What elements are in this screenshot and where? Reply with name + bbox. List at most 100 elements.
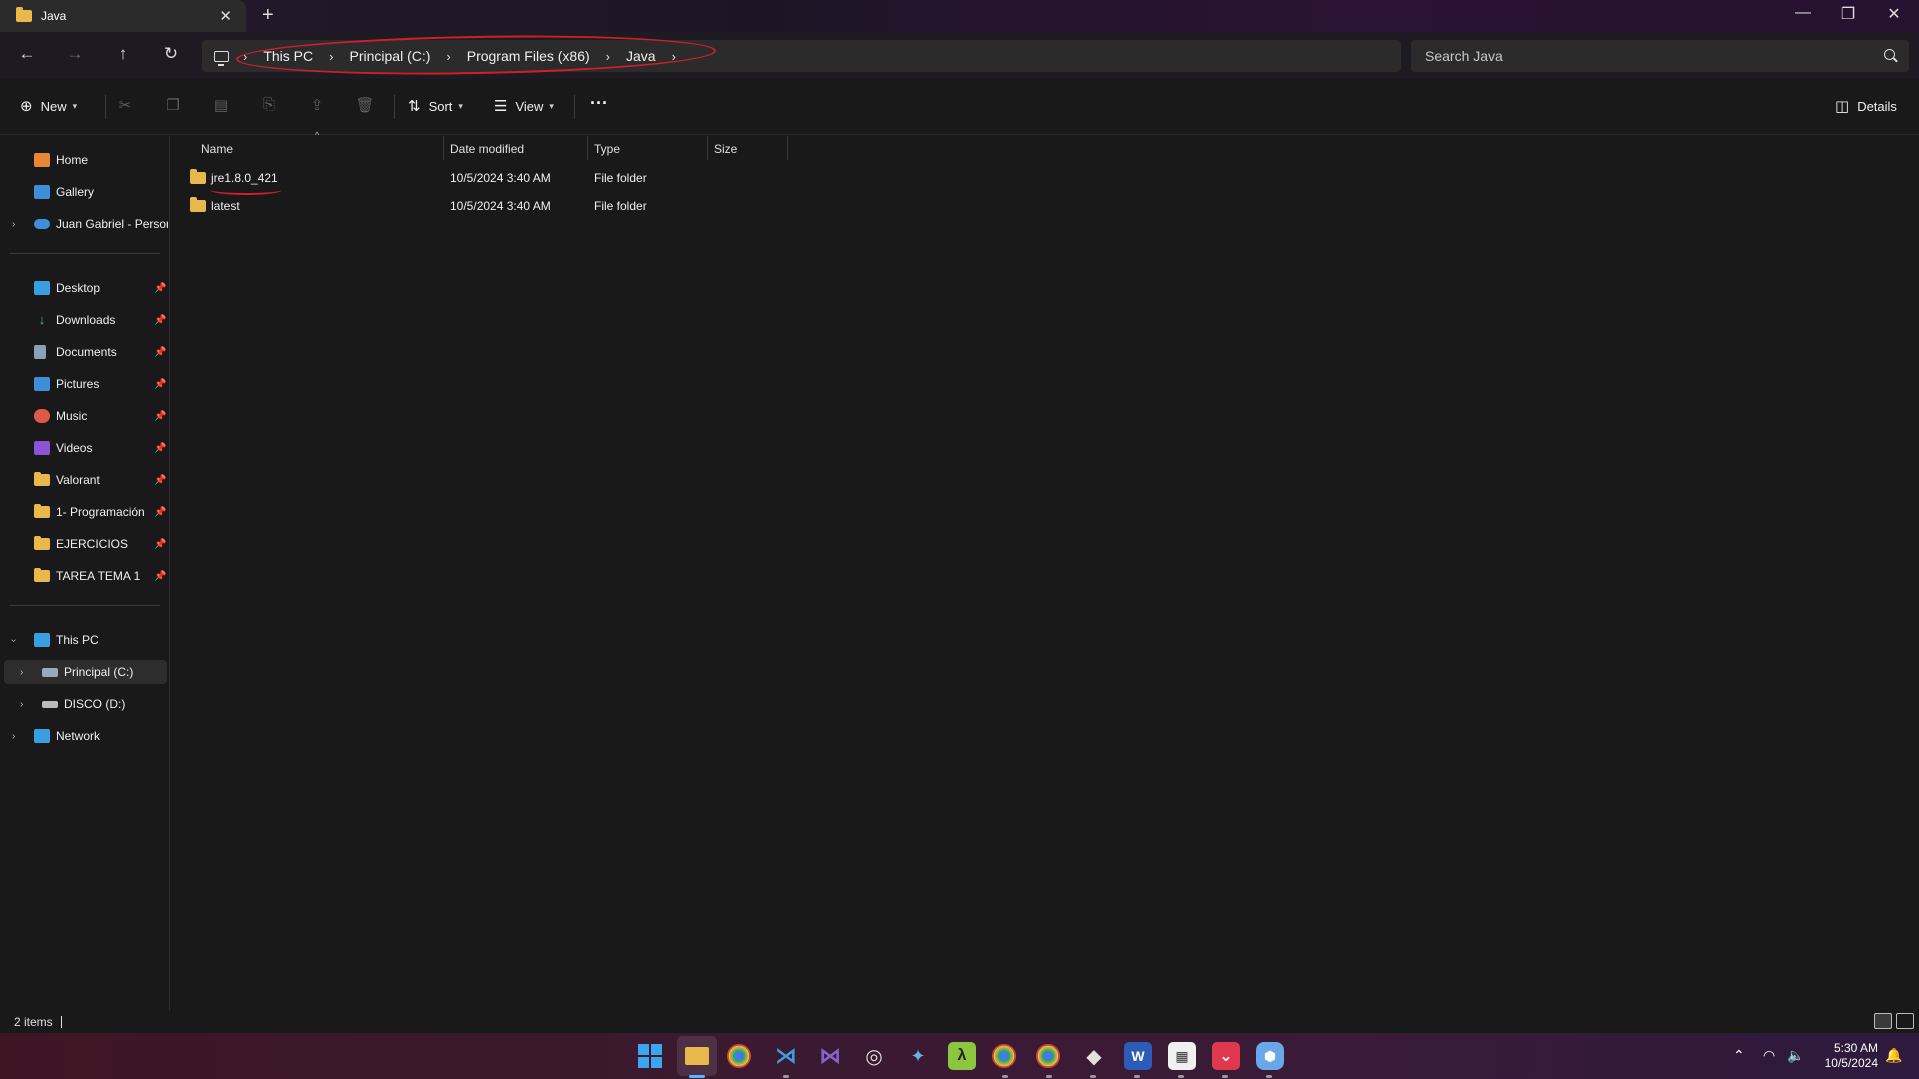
search-input[interactable] <box>1425 48 1865 64</box>
breadcrumb-java[interactable]: Java <box>626 48 656 64</box>
column-divider[interactable] <box>707 136 708 160</box>
tab-java[interactable]: Java ✕ <box>0 0 246 32</box>
address-bar[interactable]: › This PC › Principal (C:) › Program Fil… <box>202 40 1401 72</box>
word-icon[interactable]: W <box>1124 1042 1152 1070</box>
pin-icon[interactable]: 📌 <box>154 379 166 390</box>
share-icon[interactable]: ⇪ <box>306 96 328 114</box>
sidebar-item-downloads[interactable]: ↓ Downloads 📌 <box>0 308 168 332</box>
visual-studio-icon[interactable]: ⋈ <box>816 1042 844 1070</box>
pin-icon[interactable]: 📌 <box>154 411 166 422</box>
file-name[interactable]: jre1.8.0_421 <box>211 171 278 185</box>
davinci-icon[interactable]: ✦ <box>904 1042 932 1070</box>
sidebar-item-this-pc[interactable]: › This PC <box>0 628 168 652</box>
close-tab-icon[interactable]: ✕ <box>219 7 232 25</box>
column-header-size[interactable]: Size <box>714 138 737 160</box>
close-window-button[interactable]: ✕ <box>1879 4 1909 24</box>
column-divider[interactable] <box>587 136 588 160</box>
refresh-button[interactable]: ↻ <box>158 44 184 64</box>
sort-button[interactable]: ⇅ Sort ▾ <box>408 97 463 115</box>
delete-icon[interactable]: 🗑 <box>354 96 376 114</box>
forward-button[interactable]: → <box>62 44 88 64</box>
pin-icon[interactable]: 📌 <box>154 507 166 518</box>
view-button[interactable]: ☰ View ▾ <box>494 97 554 115</box>
sidebar-item-programacion[interactable]: 1- Programación 📌 <box>0 500 168 524</box>
chevron-right-icon[interactable]: › <box>243 49 247 64</box>
pin-icon[interactable]: 📌 <box>154 315 166 326</box>
file-row[interactable]: latest 10/5/2024 3:40 AM File folder <box>180 194 790 218</box>
breadcrumb-this-pc[interactable]: This PC <box>263 48 313 64</box>
pin-icon[interactable]: 📌 <box>154 539 166 550</box>
chevron-right-icon[interactable]: › <box>12 219 15 230</box>
sidebar-item-ejercicios[interactable]: EJERCICIOS 📌 <box>0 532 168 556</box>
tiles-view-icon[interactable] <box>1896 1013 1914 1029</box>
notification-bell-icon[interactable]: 🔔 <box>1885 1047 1902 1064</box>
pocket-icon[interactable]: ⌄ <box>1212 1042 1240 1070</box>
chrome-profile-2-icon[interactable] <box>1036 1044 1060 1068</box>
chrome-profile-icon[interactable] <box>992 1044 1016 1068</box>
sidebar-item-videos[interactable]: Videos 📌 <box>0 436 168 460</box>
sidebar-item-desktop[interactable]: Desktop 📌 <box>0 276 168 300</box>
chevron-right-icon[interactable]: › <box>446 49 450 64</box>
lambda-icon[interactable]: λ <box>948 1042 976 1070</box>
column-divider[interactable] <box>443 136 444 160</box>
chevron-right-icon[interactable]: › <box>606 49 610 64</box>
ms-store-icon[interactable]: ▦ <box>1168 1042 1196 1070</box>
column-header-date-modified[interactable]: Date modified <box>450 138 524 160</box>
search-box[interactable] <box>1411 40 1909 72</box>
git-icon[interactable]: ◆ <box>1080 1042 1108 1070</box>
details-view-icon[interactable] <box>1874 1013 1892 1029</box>
vscode-icon[interactable]: ⋊ <box>772 1042 800 1070</box>
sidebar-item-music[interactable]: Music 📌 <box>0 404 168 428</box>
details-button[interactable]: ◫ Details <box>1835 97 1897 115</box>
sidebar-item-onedrive[interactable]: › Juan Gabriel - Personal <box>0 212 168 236</box>
cut-icon[interactable]: ✂ <box>114 96 136 114</box>
more-options-button[interactable]: ··· <box>590 93 608 114</box>
sidebar-item-principal-c[interactable]: › Principal (C:) <box>4 660 167 684</box>
chevron-right-icon[interactable]: › <box>329 49 333 64</box>
file-row[interactable]: jre1.8.0_421 10/5/2024 3:40 AM File fold… <box>180 166 790 190</box>
copy-icon[interactable]: ❐ <box>162 96 184 114</box>
pin-icon[interactable]: 📌 <box>154 283 166 294</box>
search-icon[interactable] <box>1884 49 1895 60</box>
breadcrumb-principal-c[interactable]: Principal (C:) <box>349 48 430 64</box>
file-explorer-icon[interactable] <box>677 1036 717 1076</box>
rename-icon[interactable]: ⎘ <box>258 96 280 113</box>
sidebar-item-disco-d[interactable]: › DISCO (D:) <box>0 692 168 716</box>
breadcrumb-program-files-x86[interactable]: Program Files (x86) <box>467 48 590 64</box>
column-header-type[interactable]: Type <box>594 138 620 160</box>
file-name[interactable]: latest <box>211 199 240 213</box>
sidebar-item-tarea-tema-1[interactable]: TAREA TEMA 1 📌 <box>0 564 168 588</box>
sidebar-item-gallery[interactable]: Gallery <box>0 180 168 204</box>
pin-icon[interactable]: 📌 <box>154 443 166 454</box>
sidebar-item-documents[interactable]: Documents 📌 <box>0 340 168 364</box>
paste-icon[interactable]: ▤ <box>210 96 232 114</box>
sidebar-item-valorant[interactable]: Valorant 📌 <box>0 468 168 492</box>
minimize-button[interactable]: — <box>1788 4 1818 22</box>
pin-icon[interactable]: 📌 <box>154 475 166 486</box>
back-button[interactable]: ← <box>14 44 40 64</box>
restore-button[interactable]: ❐ <box>1833 4 1863 24</box>
new-button[interactable]: ⊕ New ▾ <box>20 97 77 115</box>
shield-icon[interactable]: ⬢ <box>1256 1042 1284 1070</box>
chevron-right-icon[interactable]: › <box>12 731 15 742</box>
chevron-right-icon[interactable]: › <box>672 49 676 64</box>
sidebar-item-home[interactable]: Home <box>0 148 168 172</box>
show-hidden-icons-icon[interactable]: ⌃ <box>1733 1047 1745 1064</box>
chevron-down-icon[interactable]: › <box>8 638 19 641</box>
new-tab-button[interactable]: + <box>262 4 274 27</box>
chevron-right-icon[interactable]: › <box>20 699 23 710</box>
start-icon[interactable] <box>638 1044 662 1068</box>
chrome-icon[interactable] <box>727 1044 751 1068</box>
sidebar-item-network[interactable]: › Network <box>0 724 168 748</box>
column-divider[interactable] <box>787 136 788 160</box>
column-header-name[interactable]: Name <box>201 138 233 160</box>
up-button[interactable]: ↑ <box>110 44 136 64</box>
obs-icon[interactable]: ◎ <box>860 1042 888 1070</box>
wifi-icon[interactable]: ◠ <box>1763 1047 1775 1064</box>
sidebar-item-pictures[interactable]: Pictures 📌 <box>0 372 168 396</box>
system-clock[interactable]: 5:30 AM 10/5/2024 <box>1814 1041 1878 1071</box>
pin-icon[interactable]: 📌 <box>154 347 166 358</box>
chevron-right-icon[interactable]: › <box>20 667 23 678</box>
volume-icon[interactable]: 🔈 <box>1787 1047 1804 1064</box>
pin-icon[interactable]: 📌 <box>154 571 166 582</box>
